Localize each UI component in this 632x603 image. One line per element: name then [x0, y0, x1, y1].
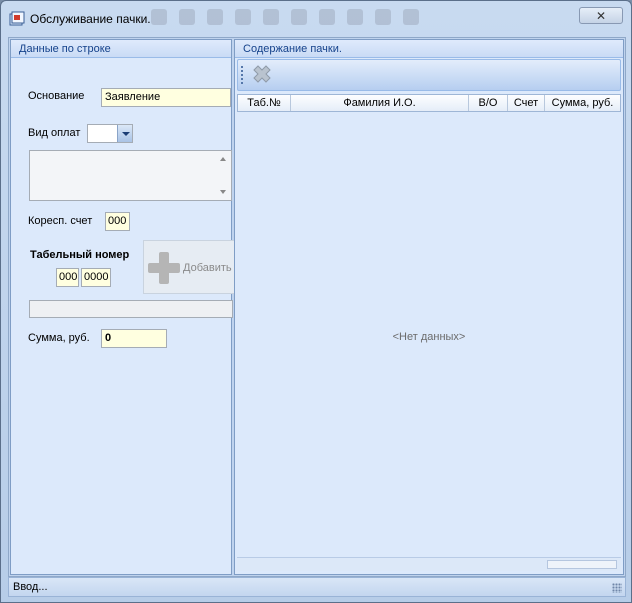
koresp-field[interactable]: 000 — [105, 212, 130, 231]
title-bar[interactable]: Обслуживание пачки. ✕ — [1, 1, 631, 31]
left-panel: Данные по строке Основание Заявление Вид… — [10, 39, 235, 575]
add-button[interactable]: Добавить — [143, 240, 235, 294]
tabel-label: Табельный номер — [30, 249, 130, 261]
column-header[interactable]: В/О — [469, 95, 508, 111]
name-display-field — [29, 300, 233, 318]
app-icon — [9, 11, 25, 26]
koresp-label: Коресп. счет — [28, 215, 93, 227]
memo-field[interactable] — [29, 150, 232, 201]
right-panel: Содержание пачки. Таб.№ Фамилия И.О. В/О… — [234, 39, 624, 575]
scroll-down-icon[interactable] — [220, 190, 226, 194]
close-icon: ✕ — [595, 8, 607, 23]
chevron-down-icon[interactable] — [117, 125, 132, 142]
left-panel-header: Данные по строке — [11, 40, 231, 58]
resize-grip-icon[interactable] — [612, 583, 622, 593]
summa-field[interactable]: 0 — [101, 329, 167, 348]
scroll-up-icon[interactable] — [220, 157, 226, 161]
column-header[interactable]: Счет — [508, 95, 545, 111]
client-area: Данные по строке Основание Заявление Вид… — [8, 37, 626, 577]
column-header[interactable]: Таб.№ — [238, 95, 291, 111]
horizontal-scrollbar[interactable] — [237, 557, 621, 571]
status-bar: Ввод... — [8, 577, 626, 597]
add-button-label: Добавить — [183, 262, 232, 274]
vid-oplat-combo[interactable] — [87, 124, 133, 143]
right-panel-header: Содержание пачки. — [235, 40, 623, 58]
osnovanie-field[interactable]: Заявление — [101, 88, 231, 107]
memo-scrollbar[interactable] — [217, 151, 231, 200]
tabel-part2-field[interactable]: 0000 — [81, 268, 111, 287]
ghost-toolbar-icons — [151, 9, 419, 27]
plus-icon — [148, 252, 180, 284]
empty-grid-message: <Нет данных> — [392, 331, 466, 343]
column-header[interactable]: Сумма, руб. — [545, 95, 620, 111]
scrollbar-thumb[interactable] — [547, 560, 617, 569]
grid-header-row: Таб.№ Фамилия И.О. В/О Счет Сумма, руб. — [237, 94, 621, 112]
osnovanie-label: Основание — [28, 90, 85, 102]
column-header[interactable]: Фамилия И.О. — [291, 95, 469, 111]
records-grid[interactable]: Таб.№ Фамилия И.О. В/О Счет Сумма, руб. … — [237, 94, 621, 574]
vid-oplat-label: Вид оплат — [28, 127, 81, 139]
status-text: Ввод... — [13, 581, 48, 593]
tabel-part1-field[interactable]: 000 — [56, 268, 79, 287]
grid-toolbar — [237, 59, 621, 91]
main-window: Обслуживание пачки. ✕ Данные по строке О… — [0, 0, 632, 603]
delete-icon[interactable] — [250, 64, 274, 88]
window-title: Обслуживание пачки. — [30, 12, 151, 26]
summa-label: Сумма, руб. — [28, 332, 90, 344]
toolbar-grip-icon[interactable] — [241, 66, 243, 84]
close-button[interactable]: ✕ — [579, 7, 623, 24]
